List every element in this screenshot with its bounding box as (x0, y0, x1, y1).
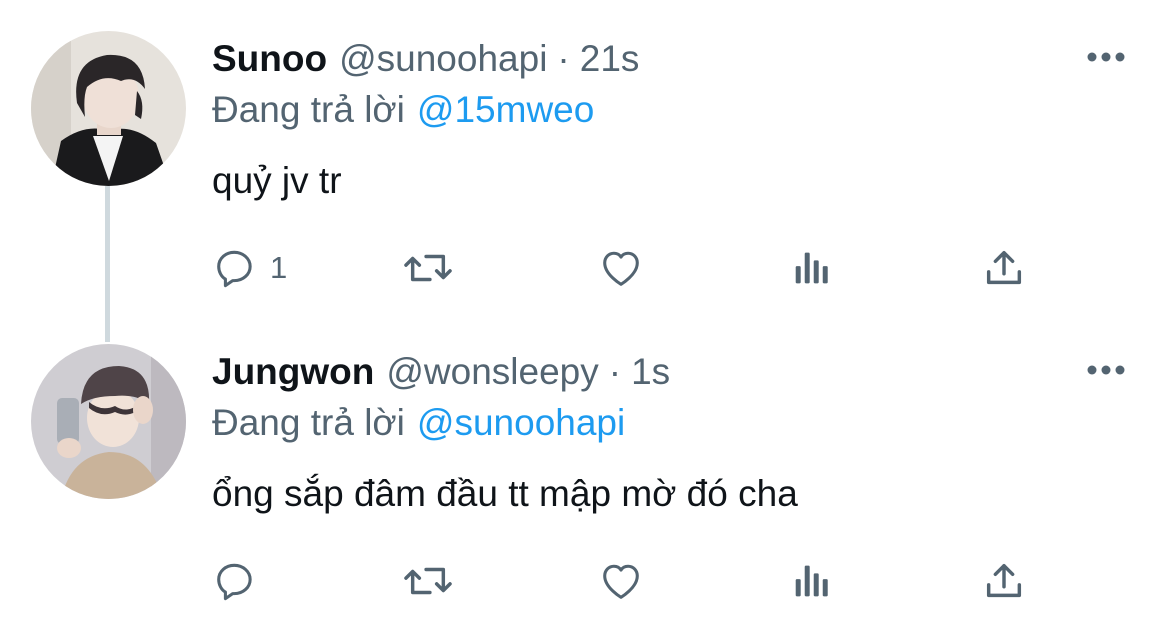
mention-link[interactable]: @15mweo (417, 89, 594, 130)
share-icon (986, 250, 1022, 285)
heart-icon (603, 564, 639, 599)
share-button[interactable] (982, 243, 1026, 293)
replying-to: Đang trả lời @15mweo (212, 87, 594, 133)
conversation-thread: Sunoo @sunoohapi · 21s Đang trả lời @15mw… (0, 0, 1170, 627)
retweet-icon (404, 254, 452, 282)
views-button[interactable] (792, 556, 832, 606)
timestamp[interactable]: 21s (580, 36, 640, 82)
share-icon (986, 563, 1022, 598)
tweet-header: Sunoo @sunoohapi · 21s (212, 36, 639, 82)
tweet[interactable]: Jungwon @wonsleepy · 1s Đang trả lời @sun… (0, 313, 1170, 627)
reply-count: 1 (270, 250, 288, 285)
avatar-image (31, 344, 186, 499)
reply-icon (217, 250, 252, 288)
tweet-text: ổng sắp đâm đầu tt mập mờ đó cha (212, 473, 798, 514)
tweet-text: quỷ jv tr (212, 160, 342, 201)
separator-dot: · (608, 351, 622, 392)
views-icon (795, 565, 828, 597)
replying-to: Đang trả lời @sunoohapi (212, 400, 625, 446)
views-button[interactable] (792, 243, 832, 293)
more-icon[interactable] (1086, 47, 1126, 67)
reply-button[interactable]: 1 (212, 243, 287, 293)
display-name[interactable]: Sunoo (212, 36, 327, 82)
reply-icon (217, 563, 252, 601)
more-icon[interactable] (1086, 360, 1126, 380)
display-name[interactable]: Jungwon (212, 349, 374, 395)
user-handle[interactable]: @wonsleepy (386, 349, 598, 395)
tweet-header: Jungwon @wonsleepy · 1s (212, 349, 670, 395)
tweet-actions (212, 556, 1052, 606)
share-button[interactable] (982, 556, 1026, 606)
replying-to-label: Đang trả lời (212, 402, 405, 443)
retweet-button[interactable] (400, 243, 456, 293)
views-icon (795, 252, 828, 284)
tweet-actions: 1 (212, 243, 1052, 293)
retweet-icon (404, 567, 452, 595)
reply-button[interactable] (212, 556, 270, 606)
like-button[interactable] (597, 556, 645, 606)
retweet-button[interactable] (400, 556, 456, 606)
heart-icon (603, 251, 639, 286)
replying-to-label: Đang trả lời (212, 89, 405, 130)
timestamp[interactable]: 1s (631, 349, 670, 395)
user-handle[interactable]: @sunoohapi (339, 36, 547, 82)
avatar-image (31, 31, 186, 186)
avatar[interactable] (31, 344, 186, 499)
mention-link[interactable]: @sunoohapi (417, 402, 625, 443)
separator-dot: · (557, 38, 570, 79)
tweet[interactable]: Sunoo @sunoohapi · 21s Đang trả lời @15mw… (0, 0, 1170, 313)
avatar[interactable] (31, 31, 186, 186)
like-button[interactable] (597, 243, 645, 293)
